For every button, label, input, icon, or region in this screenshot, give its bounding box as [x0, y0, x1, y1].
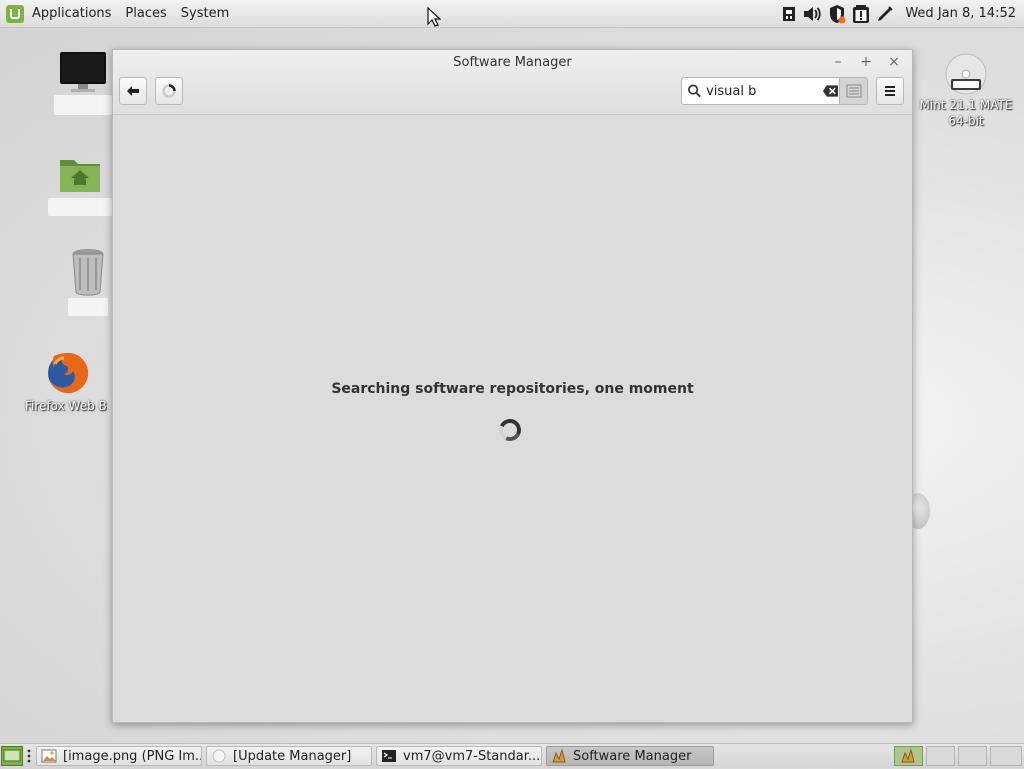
taskbar-item-software-manager[interactable]: Software Manager: [546, 746, 714, 766]
bottom-panel: [image.png (PNG Im... [Update Manager] v…: [0, 743, 1024, 768]
hamburger-icon: [885, 86, 895, 96]
task-label: [Update Manager]: [233, 748, 352, 764]
workspace-2[interactable]: [926, 746, 955, 766]
desktop-label-dvd: Mint 21.1 MATE 64-bit: [919, 98, 1013, 128]
desktop-label-trash: [68, 298, 108, 316]
applications-menu-label: Applications: [32, 6, 112, 21]
minimize-button[interactable]: –: [829, 54, 847, 70]
desktop-label-computer: [54, 95, 112, 115]
trash-icon: [72, 249, 104, 296]
panel-handle-icon[interactable]: [27, 749, 31, 763]
system-menu-label: System: [180, 6, 230, 21]
places-menu-label: Places: [125, 6, 167, 21]
window-content: Searching software repositories, one mom…: [113, 115, 912, 722]
taskbar-item-update-manager[interactable]: [Update Manager]: [206, 746, 372, 766]
search-field[interactable]: [681, 77, 840, 105]
desktop-label-home: [48, 198, 112, 216]
clear-search-icon[interactable]: [822, 84, 839, 98]
desktop-icon-computer[interactable]: [54, 50, 112, 115]
software-manager-icon: [552, 748, 566, 763]
home-folder-icon: [60, 160, 100, 192]
close-button[interactable]: ×: [885, 54, 903, 70]
window-titlebar[interactable]: Software Manager – + ×: [113, 50, 912, 115]
mouse-cursor-icon: [427, 7, 441, 27]
mint-logo-icon: [6, 4, 24, 23]
searching-status-message: Searching software repositories, one mom…: [331, 381, 694, 397]
taskbar-item-terminal[interactable]: vm7@vm7-Standar...: [376, 746, 542, 766]
pen-tool-icon[interactable]: [875, 4, 895, 24]
search-in-description-button[interactable]: [840, 77, 868, 105]
desktop-icon-firefox[interactable]: Firefox Web B: [24, 350, 112, 414]
task-label: Software Manager: [573, 748, 692, 764]
menu-button[interactable]: [876, 77, 904, 105]
dvd-icon: [945, 53, 987, 95]
task-label: [image.png (PNG Im...: [63, 748, 202, 764]
update-alert-icon[interactable]: [851, 4, 871, 24]
workspace-1[interactable]: [894, 746, 923, 766]
list-details-icon: [846, 84, 861, 98]
update-manager-icon: [212, 749, 226, 763]
computer-icon: [60, 52, 106, 92]
window-title: Software Manager: [453, 55, 572, 70]
workspace-3[interactable]: [958, 746, 987, 766]
shield-icon[interactable]: [827, 4, 847, 24]
system-menu[interactable]: System: [175, 0, 237, 27]
software-manager-mini-icon: [901, 748, 915, 763]
spinner-icon: [162, 84, 176, 98]
desktop-icon-home[interactable]: [48, 154, 112, 216]
taskbar-item-image-viewer[interactable]: [image.png (PNG Im...: [36, 746, 202, 766]
image-viewer-icon: [41, 749, 57, 763]
system-tray: Wed Jan 8, 14:52: [777, 0, 1024, 27]
back-button[interactable]: [119, 77, 147, 105]
applications-menu[interactable]: Applications: [0, 0, 119, 27]
maximize-button[interactable]: +: [857, 54, 875, 70]
network-wired-icon[interactable]: [779, 4, 799, 24]
search-icon: [688, 84, 701, 98]
arrow-left-icon: [127, 86, 139, 96]
terminal-icon: [382, 750, 396, 762]
desktop-label-firefox: Firefox Web B: [25, 399, 107, 413]
show-desktop-button[interactable]: [1, 746, 23, 766]
volume-icon[interactable]: [803, 4, 823, 24]
desktop-icon: [3, 749, 21, 762]
loading-spinner-icon: [495, 415, 525, 445]
workspace-4[interactable]: [990, 746, 1022, 766]
places-menu[interactable]: Places: [119, 0, 174, 27]
desktop-icon-dvd[interactable]: Mint 21.1 MATE 64-bit: [908, 52, 1024, 129]
firefox-icon: [48, 352, 89, 393]
top-panel: Applications Places System Wed Jan 8, 14…: [0, 0, 1024, 28]
software-manager-window: Software Manager – + × Searching softwar…: [112, 49, 913, 723]
desktop-icon-trash[interactable]: [67, 248, 109, 316]
refresh-button[interactable]: [155, 77, 183, 105]
clock[interactable]: Wed Jan 8, 14:52: [905, 6, 1016, 21]
task-label: vm7@vm7-Standar...: [403, 748, 541, 764]
search-input[interactable]: [702, 81, 807, 101]
